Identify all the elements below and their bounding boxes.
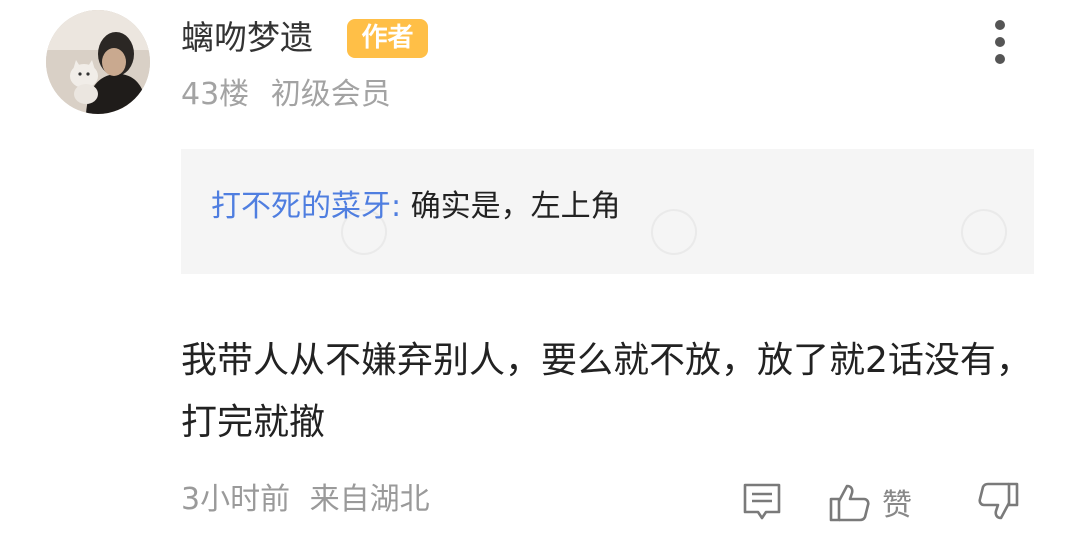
quoted-reply[interactable]: 打不死的菜牙: 确实是，左上角 xyxy=(181,149,1034,274)
comment-content: 我带人从不嫌弃别人，要么就不放，放了就2话没有，打完就撤 xyxy=(181,340,1032,443)
member-level: 初级会员 xyxy=(270,77,391,112)
avatar[interactable] xyxy=(46,10,150,114)
comment-icon xyxy=(743,483,781,520)
comment-meta: 43楼 初级会员 xyxy=(181,76,391,114)
thumbs-down-icon xyxy=(978,482,1019,520)
dislike-button[interactable] xyxy=(976,480,1020,524)
quoted-body: 确实是，左上角 xyxy=(401,189,621,224)
more-vertical-icon xyxy=(995,20,1005,30)
post-location: 来自湖北 xyxy=(309,482,430,517)
reply-button[interactable] xyxy=(740,480,784,524)
quoted-author[interactable]: 打不死的菜牙: xyxy=(211,189,401,224)
comment-footer-meta: 3小时前 来自湖北 xyxy=(181,480,430,520)
thumbs-up-icon xyxy=(829,484,870,522)
more-options-button[interactable] xyxy=(980,18,1020,66)
author-badge: 作者 xyxy=(347,19,428,58)
post-time: 3小时前 xyxy=(181,482,291,517)
like-label: 赞 xyxy=(882,488,912,523)
quoted-reply-text: 打不死的菜牙: 确实是，左上角 xyxy=(211,187,621,227)
avatar-image xyxy=(46,10,150,114)
author-name[interactable]: 螭吻梦遗 xyxy=(181,18,313,58)
watermark-icon xyxy=(642,200,706,264)
floor-number: 43楼 xyxy=(181,77,250,112)
like-button[interactable]: 赞 xyxy=(828,480,912,524)
watermark-icon xyxy=(952,200,1016,264)
